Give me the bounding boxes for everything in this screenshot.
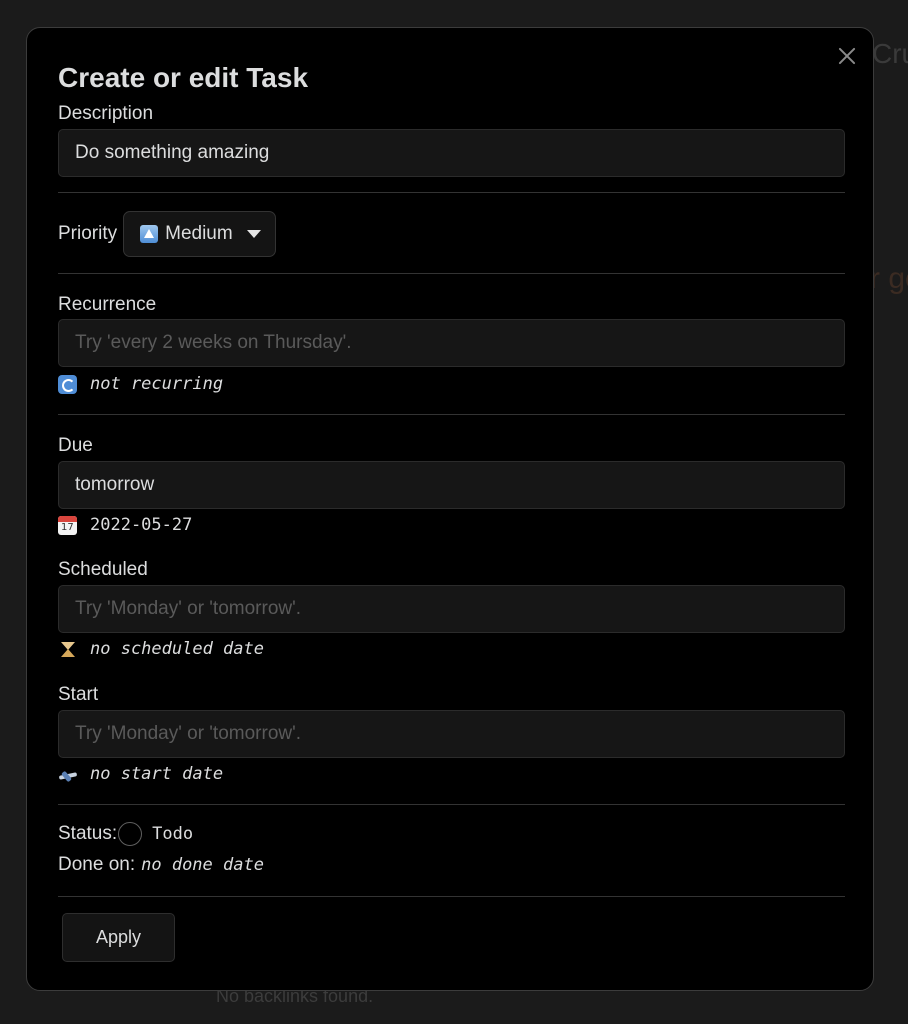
calendar-icon — [58, 515, 77, 535]
scheduled-info: no scheduled date — [58, 638, 264, 660]
start-info-text: no start date — [90, 764, 224, 784]
done-value: no done date — [141, 855, 264, 875]
chevron-down-icon — [246, 230, 261, 238]
scheduled-info-text: no scheduled date — [90, 639, 264, 659]
apply-button[interactable]: Apply — [62, 913, 175, 962]
start-label: Start — [58, 684, 99, 705]
priority-select[interactable]: Medium — [123, 211, 276, 257]
modal-title: Create or edit Task — [58, 62, 309, 93]
description-input[interactable] — [58, 129, 845, 177]
divider — [58, 896, 845, 897]
divider — [58, 414, 845, 415]
close-icon[interactable] — [835, 44, 859, 68]
done-label: Done on: — [58, 854, 136, 875]
start-info: no start date — [58, 763, 223, 785]
recurrence-info-text: not recurring — [90, 374, 224, 394]
airplane-departure-icon — [58, 765, 77, 784]
status-row: Status: Todo — [58, 822, 193, 846]
status-toggle-circle[interactable] — [118, 822, 143, 846]
priority-selected-value: Medium — [165, 223, 233, 244]
task-edit-modal: Create or edit Task Description Priority… — [26, 27, 874, 991]
recurrence-input[interactable] — [58, 319, 845, 367]
divider — [58, 192, 845, 193]
done-row: Done on: no done date — [58, 854, 264, 876]
priority-label: Priority — [58, 223, 118, 244]
priority-row: Priority Medium — [58, 210, 276, 258]
due-label: Due — [58, 435, 93, 456]
scheduled-input[interactable] — [58, 585, 845, 633]
divider — [58, 804, 845, 805]
recurrence-label: Recurrence — [58, 294, 157, 315]
due-info: 2022-05-27 — [58, 514, 192, 536]
background-note-text: r ge — [870, 262, 908, 295]
status-label: Status: — [58, 823, 118, 844]
background-note-title: Cru — [872, 38, 908, 69]
start-input[interactable] — [58, 710, 845, 758]
scheduled-label: Scheduled — [58, 559, 148, 580]
status-value: Todo — [152, 824, 194, 844]
up-arrow-icon — [140, 225, 159, 243]
due-info-text: 2022-05-27 — [90, 515, 193, 535]
hourglass-icon — [58, 640, 77, 659]
description-label: Description — [58, 103, 154, 124]
due-input[interactable] — [58, 461, 845, 509]
recurrence-info: not recurring — [58, 373, 223, 395]
repeat-icon — [58, 374, 77, 394]
divider — [58, 273, 845, 274]
